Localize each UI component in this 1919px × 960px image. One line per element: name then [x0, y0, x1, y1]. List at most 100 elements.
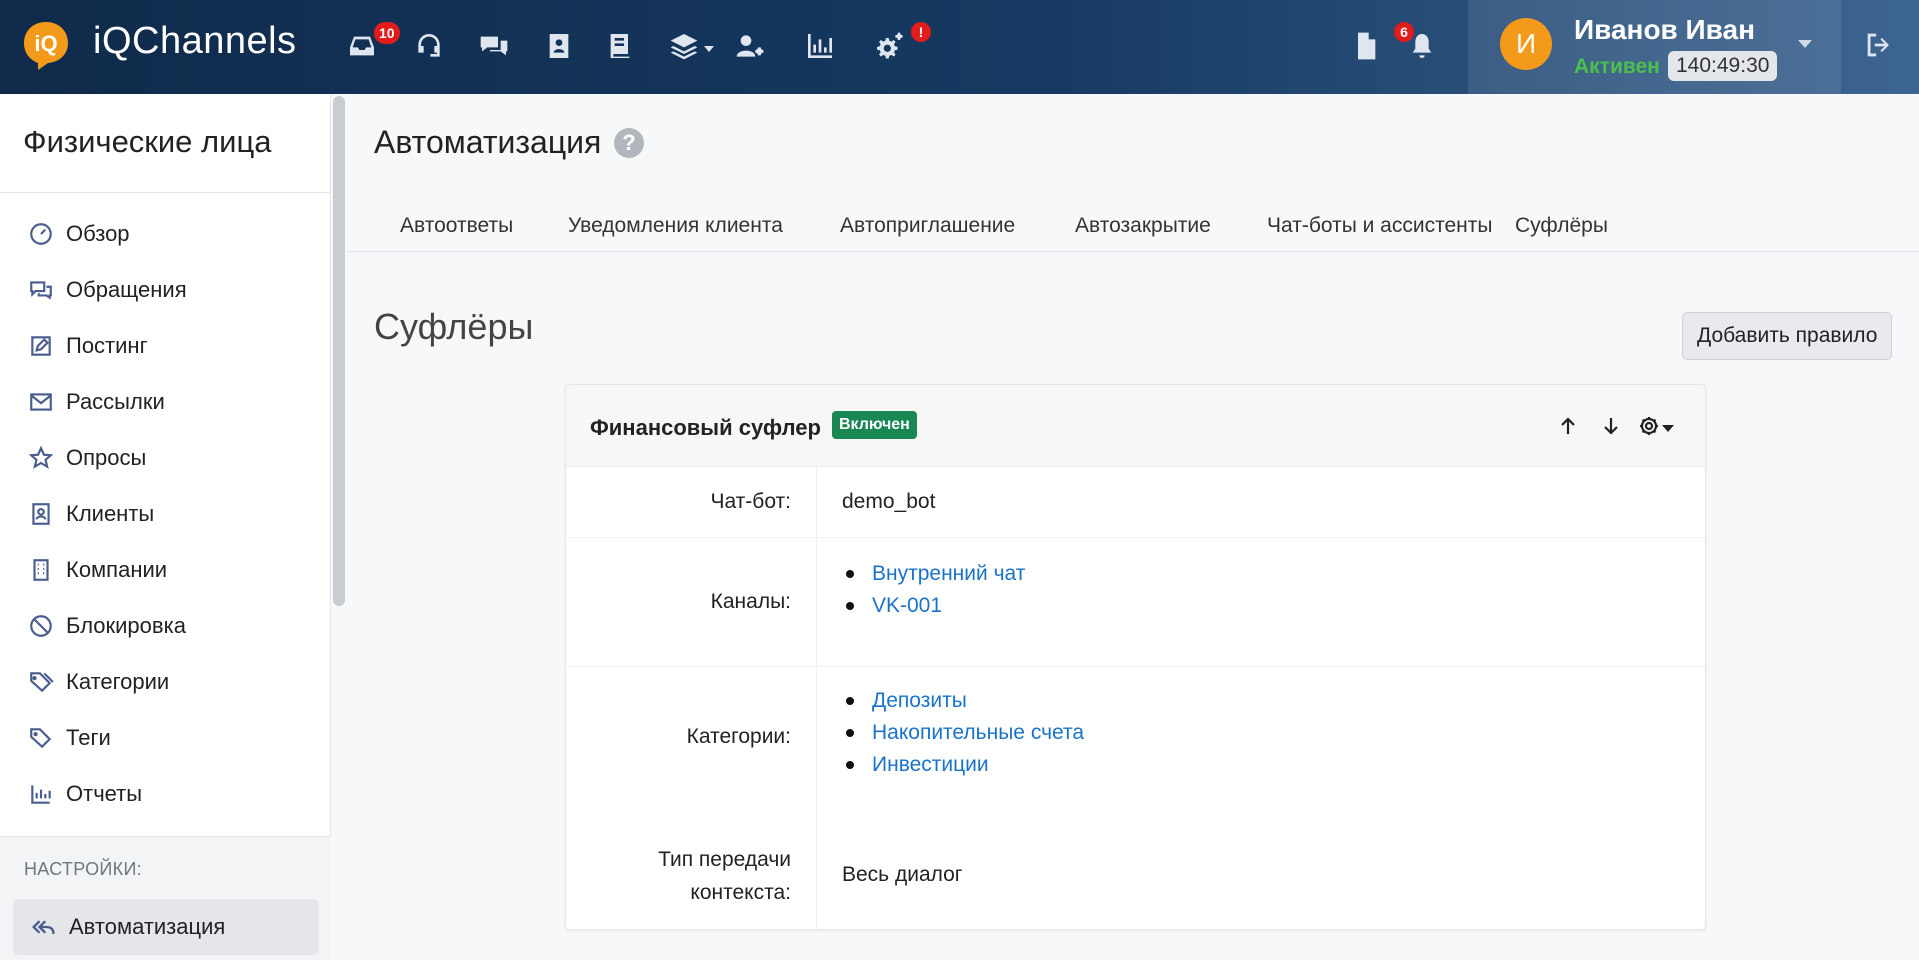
app-logo[interactable]: iQ [22, 20, 70, 72]
chart-icon [31, 785, 51, 804]
sidebar-item-requests[interactable]: Обращения [28, 270, 187, 310]
status-badge: Включен [832, 411, 917, 439]
context-type-value: Весь диалог [842, 863, 963, 886]
sidebar-item-automation[interactable]: Автоматизация [13, 899, 319, 955]
chatbot-value: demo_bot [842, 490, 936, 513]
add-rule-button[interactable]: Добавить правило [1682, 312, 1893, 360]
analytics-icon[interactable] [802, 28, 838, 64]
sidebar-item-label: Обзор [66, 221, 130, 246]
settings-alert-badge: ! [911, 22, 931, 42]
move-down-icon[interactable] [1594, 409, 1628, 443]
tab-prompters[interactable]: Суфлёры [1515, 204, 1608, 252]
chats-icon[interactable] [476, 28, 512, 64]
sidebar-item-companies[interactable]: Компании [28, 550, 167, 590]
move-up-icon[interactable] [1551, 409, 1585, 443]
sidebar-item-label: Категории [66, 669, 170, 694]
sidebar-item-overview[interactable]: Обзор [28, 214, 130, 254]
tab-chatbots[interactable]: Чат-боты и ассистенты [1267, 204, 1492, 252]
avatar: И [1500, 18, 1552, 70]
sidebar-item-tags[interactable]: Теги [28, 718, 111, 758]
star-icon [28, 445, 54, 469]
building-icon [33, 559, 49, 581]
svg-text:iQ: iQ [34, 31, 57, 56]
mail-icon [30, 393, 52, 411]
channel-link-vk[interactable]: VK-001 [842, 590, 1025, 622]
tab-client-notifications[interactable]: Уведомления клиента [568, 204, 783, 252]
ban-icon [30, 615, 52, 637]
user-settings-icon[interactable] [732, 28, 768, 64]
tab-autoclose[interactable]: Автозакрытие [1075, 204, 1211, 252]
user-menu[interactable]: И Иванов Иван Активен 140:49:30 [1468, 0, 1841, 94]
sidebar-item-blocking[interactable]: Блокировка [28, 606, 186, 646]
tab-autoinvite[interactable]: Автоприглашение [840, 204, 1015, 252]
sidebar-item-reports[interactable]: Отчеты [28, 774, 142, 814]
sidebar-item-mailings[interactable]: Рассылки [28, 382, 165, 422]
sidebar-divider [0, 192, 331, 193]
page-title: Автоматизация [374, 124, 602, 160]
automation-tabs: Автоответы Уведомления клиента Автопригл… [349, 204, 1919, 252]
row-categories: Категории: Депозиты Накопительные счета … [566, 667, 1705, 827]
channels-label: Каналы: [710, 590, 791, 613]
sidebar-item-label: Постинг [66, 333, 148, 358]
section-title: Суфлёры [374, 306, 534, 347]
help-icon[interactable]: ? [614, 128, 644, 158]
gauge-icon [30, 223, 52, 245]
logout-icon[interactable] [1862, 28, 1900, 66]
categories-list: Депозиты Накопительные счета Инвестиции [842, 685, 1084, 781]
prompter-rule-card: Финансовый суфлер Включен Чат-бот: demo_… [565, 384, 1706, 930]
sidebar-item-label: Автоматизация [69, 914, 226, 939]
sidebar-item-clients[interactable]: Клиенты [28, 494, 154, 534]
row-chatbot: Чат-бот: demo_bot [566, 467, 1705, 538]
sidebar-item-label: Блокировка [66, 613, 186, 638]
sidebar-item-label: Теги [66, 725, 111, 750]
card-header: Финансовый суфлер Включен [566, 385, 1705, 467]
category-link-deposits[interactable]: Депозиты [842, 685, 1084, 717]
headset-icon[interactable] [411, 28, 447, 64]
sidebar-item-surveys[interactable]: Опросы [28, 438, 146, 478]
rule-title: Финансовый суфлер [590, 415, 821, 440]
notifications-count-badge: 6 [1394, 22, 1414, 42]
sidebar-item-label: Опросы [66, 445, 147, 470]
sidebar-item-label: Обращения [66, 277, 187, 302]
user-status: Активен [1574, 55, 1660, 78]
settings-dropdown-caret-icon[interactable] [1662, 425, 1674, 432]
categories-label: Категории: [686, 725, 791, 748]
main-content: Автоматизация ? Автоответы Уведомления к… [349, 94, 1919, 960]
row-channels: Каналы: Внутренний чат VK-001 [566, 538, 1705, 667]
tags-icon [30, 672, 54, 693]
row-context-type: Тип передачи контекста: Весь диалог [566, 827, 1705, 929]
context-type-label: Тип передачи контекста: [658, 848, 791, 904]
layers-dropdown-caret[interactable] [704, 46, 714, 52]
channels-list: Внутренний чат VK-001 [842, 558, 1025, 622]
edit-icon [31, 336, 51, 356]
category-link-savings[interactable]: Накопительные счета [842, 717, 1084, 749]
inbox-count-badge: 10 [374, 22, 400, 44]
app-name: iQChannels [93, 20, 297, 62]
category-link-investments[interactable]: Инвестиции [842, 749, 1084, 781]
chat-icon [30, 281, 52, 300]
document-icon[interactable] [1348, 28, 1384, 64]
tab-autoreplies[interactable]: Автоответы [400, 204, 513, 252]
settings-section-label: НАСТРОЙКИ: [24, 859, 142, 879]
sidebar: Физические лица Обзор Обращения Постинг … [0, 94, 331, 960]
user-name: Иванов Иван [1574, 14, 1756, 45]
layers-menu-icon[interactable] [666, 28, 702, 64]
sidebar-item-label: Компании [66, 557, 168, 582]
user-menu-caret-icon[interactable] [1798, 40, 1812, 48]
chatbot-label: Чат-бот: [710, 490, 791, 513]
top-navigation-bar: iQ iQChannels 10 ! 6 И Иванов Иван Актив… [0, 0, 1919, 94]
reply-all-icon [32, 920, 55, 935]
settings-gears-icon[interactable] [872, 28, 908, 64]
sidebar-settings-section: НАСТРОЙКИ: Автоматизация [0, 836, 331, 960]
gear-icon[interactable] [1632, 409, 1666, 443]
channel-link-internal-chat[interactable]: Внутренний чат [842, 558, 1025, 590]
contacts-icon[interactable] [541, 28, 577, 64]
sidebar-scrollbar[interactable] [333, 96, 345, 606]
sidebar-item-label: Клиенты [66, 501, 155, 526]
sidebar-item-label: Отчеты [66, 781, 143, 806]
sidebar-item-posting[interactable]: Постинг [28, 326, 148, 366]
sidebar-item-categories[interactable]: Категории [28, 662, 169, 702]
knowledge-book-icon[interactable] [602, 28, 638, 64]
sidebar-item-label: Рассылки [66, 389, 165, 414]
contact-icon [32, 503, 50, 525]
